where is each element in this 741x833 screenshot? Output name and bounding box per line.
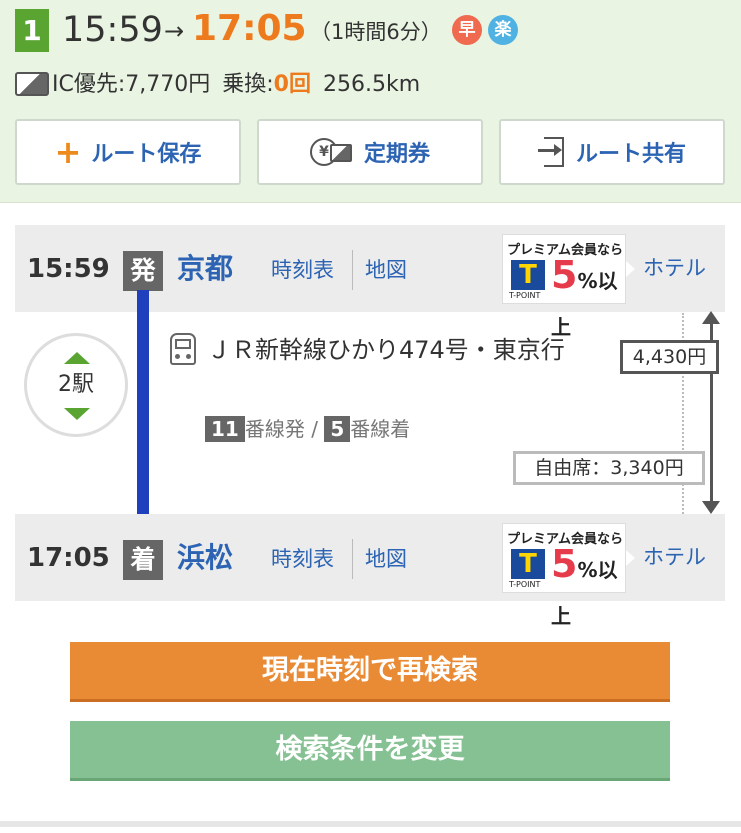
departure-station-link[interactable]: 京都 bbox=[177, 249, 233, 289]
departure-map-link[interactable]: 地図 bbox=[365, 254, 407, 286]
seat-fare-selector[interactable]: 自由席：3,340円 bbox=[513, 451, 705, 485]
research-now-button[interactable]: 現在時刻で再検索 bbox=[70, 642, 670, 702]
tpoint-brand: T-POINT bbox=[509, 291, 541, 300]
link-divider bbox=[352, 539, 353, 579]
save-route-label: ルート保存 bbox=[91, 142, 202, 167]
route-summary: 1 15:59 → 17:05 （1時間6分） 早 楽 IC優先:7,770円乗… bbox=[0, 0, 741, 203]
ad-pointer bbox=[626, 550, 635, 566]
departure-hotel-link[interactable]: ホテル bbox=[643, 252, 706, 284]
train-icon bbox=[170, 333, 196, 365]
change-conditions-button[interactable]: 検索条件を変更 bbox=[70, 721, 670, 781]
arrival-station-row: 17:05 着 浜松 時刻表 地図 プレミアム会員なら T 5%以上 T-POI… bbox=[15, 514, 725, 628]
fast-badge: 早 bbox=[452, 15, 482, 45]
transfer-count: 0回 bbox=[273, 72, 311, 97]
expand-down-icon bbox=[64, 408, 90, 420]
fare-label: IC優先: bbox=[52, 72, 126, 97]
link-divider bbox=[352, 250, 353, 290]
tpoint-percent: 5%以上 bbox=[551, 542, 618, 628]
departure-timetable-link[interactable]: 時刻表 bbox=[271, 254, 334, 286]
summary-departure-time: 15:59 bbox=[62, 10, 163, 50]
time-arrow: → bbox=[164, 17, 185, 45]
ic-card-icon bbox=[15, 72, 49, 96]
tpoint-ad-banner[interactable]: プレミアム会員なら T 5%以上 T-POINT bbox=[502, 523, 626, 628]
departure-time: 15:59 bbox=[27, 254, 110, 284]
share-route-button[interactable]: ルート共有 bbox=[499, 119, 725, 185]
departure-station-row: 15:59 発 京都 時刻表 地図 プレミアム会員なら T 5%以上 T-POI… bbox=[15, 225, 725, 339]
platform-info: 11 番線発 / 5 番線着 bbox=[205, 414, 410, 444]
expand-up-icon bbox=[64, 352, 90, 364]
distance: 256.5km bbox=[322, 72, 421, 97]
train-name: ＪＲ新幹線ひかり474号・東京行 bbox=[207, 336, 565, 364]
easy-badge: 楽 bbox=[488, 15, 518, 45]
yen-card-icon: ¥ bbox=[309, 138, 354, 166]
arrival-platform: 5 bbox=[324, 416, 351, 442]
arrival-station-link[interactable]: 浜松 bbox=[177, 538, 233, 578]
tpoint-logo: T bbox=[511, 260, 545, 290]
commuter-pass-button[interactable]: ¥ 定期券 bbox=[257, 119, 483, 185]
stop-count-toggle[interactable]: 2駅 bbox=[24, 333, 128, 437]
save-route-button[interactable]: + ルート保存 bbox=[15, 119, 241, 185]
route-number: 1 bbox=[15, 9, 49, 52]
trip-duration: （1時間6分） bbox=[310, 20, 442, 44]
arrival-timetable-link[interactable]: 時刻表 bbox=[271, 543, 334, 575]
arrival-map-link[interactable]: 地図 bbox=[365, 543, 407, 575]
fare-range-arrow-down bbox=[702, 501, 720, 514]
departure-platform: 11 bbox=[205, 416, 245, 442]
share-icon bbox=[537, 137, 566, 167]
stop-count: 2駅 bbox=[58, 372, 94, 397]
ad-pointer bbox=[626, 261, 635, 277]
tpoint-ad-banner[interactable]: プレミアム会員なら T 5%以上 T-POINT bbox=[502, 234, 626, 339]
plus-icon: + bbox=[54, 133, 82, 171]
summary-arrival-time: 17:05 bbox=[192, 8, 307, 49]
arrival-mark: 着 bbox=[123, 540, 163, 580]
bottom-divider bbox=[0, 821, 741, 827]
arrival-time: 17:05 bbox=[27, 543, 110, 573]
arrival-hotel-link[interactable]: ホテル bbox=[643, 541, 706, 573]
fare-summary: IC優先:7,770円 乗換:0回 256.5km bbox=[52, 68, 420, 102]
tpoint-logo: T bbox=[511, 549, 545, 579]
fare-value: 7,770円 bbox=[125, 72, 211, 97]
commuter-pass-label: 定期券 bbox=[363, 142, 430, 167]
rail-line-bar bbox=[137, 290, 149, 528]
transfer-label: 乗換: bbox=[222, 72, 274, 97]
departure-mark: 発 bbox=[123, 251, 163, 291]
segment-fare: 4,430円 bbox=[620, 340, 719, 374]
share-route-label: ルート共有 bbox=[575, 142, 686, 167]
tpoint-brand: T-POINT bbox=[509, 580, 541, 589]
